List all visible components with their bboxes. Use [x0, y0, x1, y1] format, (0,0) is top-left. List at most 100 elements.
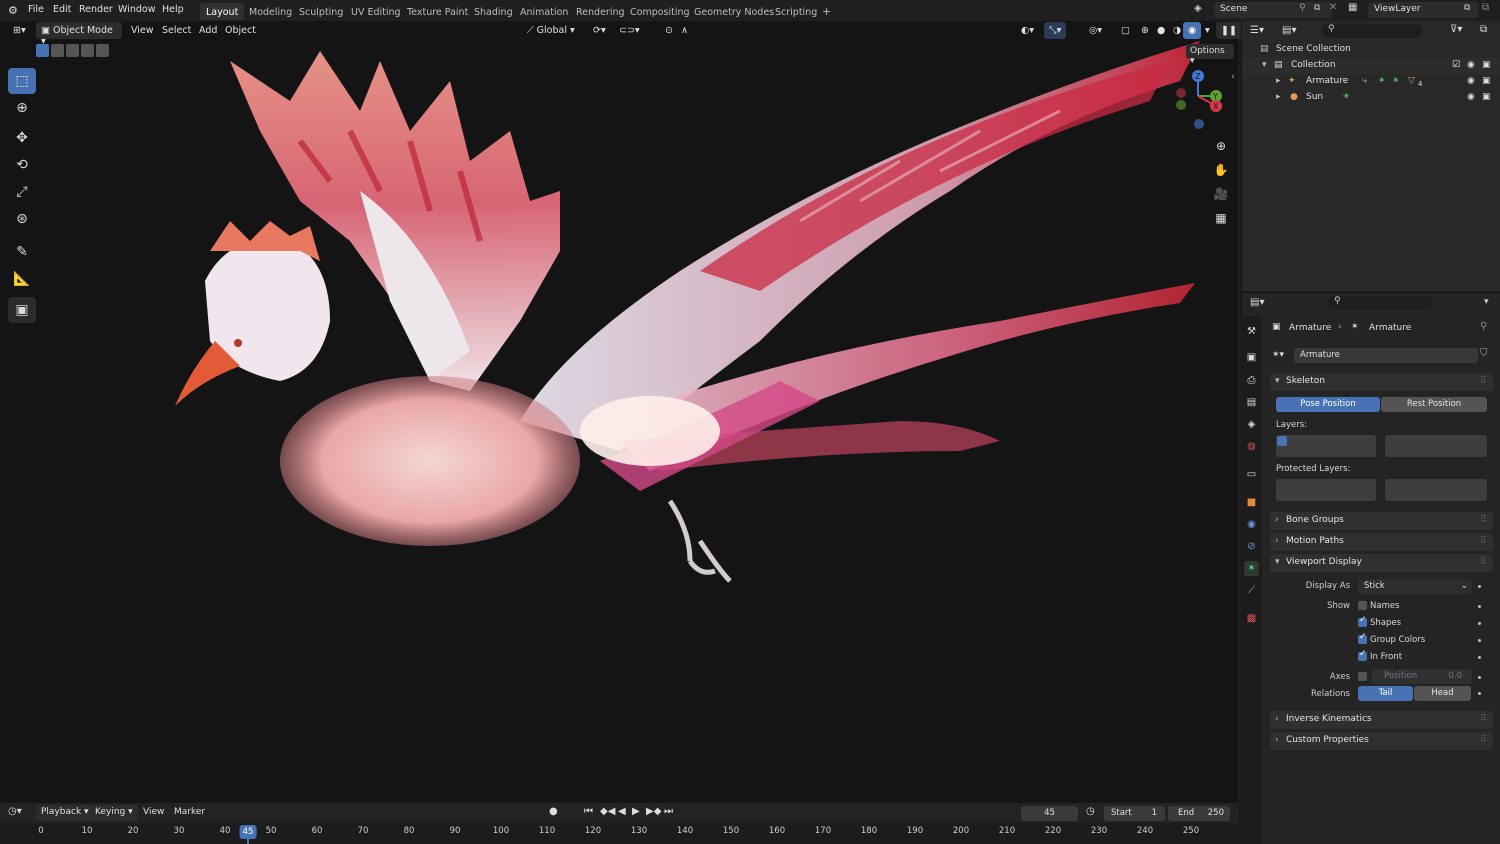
tab-compositing[interactable]: Compositing: [624, 3, 696, 20]
new-scene-icon[interactable]: ⧉: [1314, 3, 1320, 13]
skeleton-panel-header[interactable]: ▾ Skeleton ⠿: [1270, 373, 1493, 391]
drag-handle-icon[interactable]: ⠿: [1480, 376, 1487, 386]
record-icon[interactable]: ●: [549, 806, 558, 817]
display-as-dropdown[interactable]: Stick ⌄: [1358, 579, 1472, 594]
drag-handle-icon[interactable]: ⠿: [1480, 714, 1487, 724]
visibility-eye-icon[interactable]: ◉: [1467, 76, 1475, 86]
new-collection-icon[interactable]: ⧉: [1480, 24, 1487, 35]
visibility-eye-icon[interactable]: ◉: [1467, 60, 1475, 70]
pin-icon[interactable]: ⚲: [1299, 3, 1306, 13]
drag-handle-icon[interactable]: ⠿: [1480, 735, 1487, 745]
pan-hand-icon[interactable]: ✋: [1212, 158, 1230, 182]
pin-icon[interactable]: ⚲: [1480, 321, 1487, 332]
armature-data-tab-icon[interactable]: ✶: [1244, 561, 1259, 576]
overlays-icon[interactable]: ◎▾: [1084, 22, 1107, 39]
falloff-icon[interactable]: ∧: [676, 22, 693, 39]
filter-icon[interactable]: ⊽▾: [1450, 24, 1462, 35]
texture-tab-icon[interactable]: ▩: [1244, 611, 1259, 626]
animate-property-icon[interactable]: [1478, 605, 1481, 608]
navigation-gizmo[interactable]: Z Y X: [1168, 66, 1228, 132]
custom-properties-panel-header[interactable]: › Custom Properties ⠿: [1270, 732, 1493, 750]
camera-view-icon[interactable]: 🎥: [1212, 182, 1230, 206]
xray-icon[interactable]: ▢: [1116, 22, 1135, 39]
menu-window[interactable]: Window: [118, 4, 155, 15]
select-new-icon[interactable]: [36, 44, 49, 57]
expand-arrow-icon[interactable]: ▸: [1276, 76, 1281, 86]
output-tab-icon[interactable]: ⎙: [1244, 373, 1259, 388]
layers-grid-right[interactable]: [1385, 435, 1487, 457]
render-camera-icon[interactable]: ▣: [1482, 76, 1491, 86]
view-layer-selector[interactable]: ViewLayer ⧉: [1368, 2, 1478, 18]
drag-handle-icon[interactable]: ⠿: [1480, 515, 1487, 525]
scene-selector[interactable]: Scene ⚲ ⧉: [1214, 2, 1332, 18]
layer-0-active[interactable]: [1277, 436, 1287, 446]
tab-texture-paint[interactable]: Texture Paint: [401, 3, 474, 20]
timeline-marker-menu[interactable]: Marker: [174, 807, 205, 817]
viewport-display-panel-header[interactable]: ▾ Viewport Display ⠿: [1270, 554, 1493, 572]
constraints-tab-icon[interactable]: ⊘: [1244, 539, 1259, 554]
outliner-row-collection[interactable]: ▾ ▤ Collection ☑ ◉ ▣: [1242, 58, 1500, 74]
measure-tool-icon[interactable]: 📐: [8, 266, 36, 292]
outliner-search-input[interactable]: ⚲: [1322, 24, 1422, 38]
play-reverse-icon[interactable]: ◀: [618, 806, 626, 817]
add-workspace-button[interactable]: +: [816, 1, 837, 18]
menu-view[interactable]: View: [126, 22, 159, 39]
timeline-view-menu[interactable]: View: [143, 807, 164, 817]
snap-icon[interactable]: ⊂⊃▾: [614, 22, 645, 39]
animate-property-icon[interactable]: [1478, 692, 1481, 695]
layers-grid-left[interactable]: [1276, 435, 1376, 457]
view-layer-icon[interactable]: ▦: [1348, 2, 1357, 13]
animate-property-icon[interactable]: [1478, 656, 1481, 659]
bone-tab-icon[interactable]: ⟋: [1244, 583, 1259, 598]
outliner-editor-icon[interactable]: ☰▾: [1250, 25, 1264, 36]
end-frame-field[interactable]: End 250: [1168, 806, 1230, 821]
rendered-shading-icon[interactable]: ◉: [1183, 22, 1202, 39]
select-subtract-icon[interactable]: [66, 44, 79, 57]
annotate-tool-icon[interactable]: ✎: [8, 239, 36, 265]
pause-render-icon[interactable]: ❚❚: [1216, 22, 1242, 39]
options-chevron-icon[interactable]: ▾: [1484, 297, 1489, 307]
tab-geometry-nodes[interactable]: Geometry Nodes: [688, 3, 780, 20]
preview-range-clock-icon[interactable]: ◷: [1086, 806, 1095, 817]
scene-tab-icon[interactable]: ◈: [1244, 417, 1259, 432]
cursor-tool-icon[interactable]: ⊕: [8, 95, 36, 121]
physics-tab-icon[interactable]: ◉: [1244, 517, 1259, 532]
view-layer-tab-icon[interactable]: ▤: [1244, 395, 1259, 410]
sidebar-toggle-icon[interactable]: ‹: [1231, 72, 1235, 82]
motion-paths-panel-header[interactable]: › Motion Paths ⠿: [1270, 533, 1493, 551]
outliner-row-scene-collection[interactable]: ▤ Scene Collection: [1242, 42, 1500, 58]
jump-end-icon[interactable]: ⏭: [664, 806, 673, 817]
jump-keyframe-back-icon[interactable]: ◆◀: [600, 806, 615, 817]
blender-logo-icon[interactable]: ⚙: [8, 4, 18, 17]
menu-help[interactable]: Help: [162, 4, 184, 15]
display-mode-icon[interactable]: ▤▾: [1282, 25, 1296, 36]
axes-checkbox[interactable]: [1358, 672, 1367, 681]
menu-select[interactable]: Select: [157, 22, 196, 39]
render-camera-icon[interactable]: ▣: [1482, 92, 1491, 102]
menu-render[interactable]: Render: [79, 4, 113, 15]
fake-user-shield-icon[interactable]: ⛉: [1480, 348, 1488, 359]
drag-handle-icon[interactable]: ⠿: [1480, 536, 1487, 546]
current-frame-marker[interactable]: 45: [239, 825, 257, 839]
collection-tab-icon[interactable]: ▭: [1244, 467, 1259, 482]
timeline-editor-icon[interactable]: ◷▾: [8, 806, 22, 817]
group-colors-checkbox[interactable]: [1358, 632, 1367, 644]
pivot-icon[interactable]: ⟳▾: [588, 22, 611, 39]
drag-handle-icon[interactable]: ⠿: [1480, 557, 1487, 567]
play-icon[interactable]: ▶: [632, 806, 640, 817]
animate-property-icon[interactable]: [1478, 639, 1481, 642]
tab-animation[interactable]: Animation: [514, 3, 574, 20]
expand-arrow-icon[interactable]: ▸: [1276, 92, 1281, 102]
new-view-layer-icon[interactable]: ⧉: [1464, 3, 1470, 13]
rest-position-button[interactable]: Rest Position: [1381, 397, 1487, 412]
shading-options-icon[interactable]: ▾: [1200, 22, 1215, 39]
visibility-icon[interactable]: ◐▾: [1016, 22, 1039, 39]
pose-position-button[interactable]: Pose Position: [1276, 397, 1380, 412]
tab-rendering[interactable]: Rendering: [570, 3, 631, 20]
editor-type-icon[interactable]: ⊞▾: [8, 22, 31, 39]
rotate-tool-icon[interactable]: ⟲: [8, 152, 36, 178]
properties-search-input[interactable]: ⚲: [1328, 296, 1434, 310]
gizmo-toggle-icon[interactable]: ⤡▾: [1044, 22, 1067, 39]
protected-layers-grid-right[interactable]: [1385, 479, 1487, 501]
move-tool-icon[interactable]: ✥: [8, 125, 36, 151]
